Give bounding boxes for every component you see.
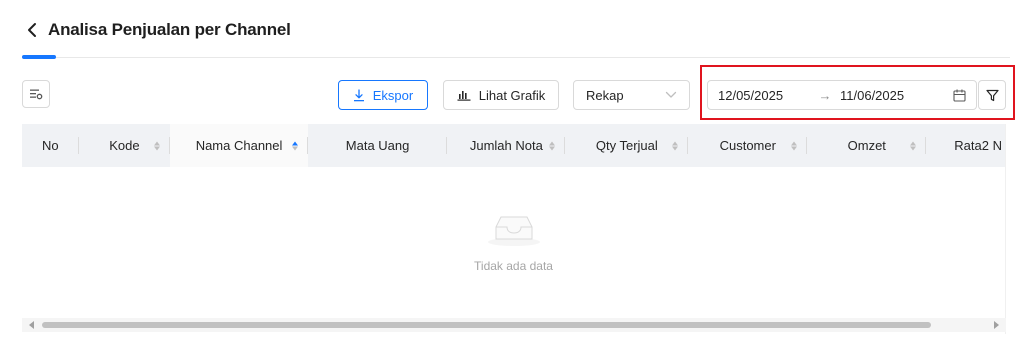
page-title: Analisa Penjualan per Channel bbox=[48, 20, 291, 39]
view-chart-label: Lihat Grafik bbox=[478, 87, 546, 103]
mode-select-value: Rekap bbox=[586, 87, 624, 103]
bar-chart-icon bbox=[457, 91, 471, 101]
column-label: Nama Channel bbox=[195, 138, 283, 153]
sort-icon[interactable] bbox=[791, 141, 798, 150]
column-header-nama-channel[interactable]: Nama Channel bbox=[170, 124, 308, 167]
column-header-qty-terjual[interactable]: Qty Terjual bbox=[565, 124, 689, 167]
column-label: Jumlah Nota bbox=[469, 138, 543, 153]
calendar-icon[interactable] bbox=[953, 89, 966, 102]
export-label: Ekspor bbox=[372, 87, 414, 103]
column-header-rata2: Rata2 N bbox=[926, 124, 1005, 167]
sort-icon[interactable] bbox=[154, 141, 161, 150]
date-range-separator: → bbox=[818, 87, 832, 103]
column-label: Rata2 N bbox=[954, 138, 1002, 153]
column-label: Qty Terjual bbox=[595, 138, 658, 153]
column-settings-button[interactable] bbox=[22, 80, 50, 108]
export-button[interactable]: Ekspor bbox=[338, 80, 428, 110]
sort-icon[interactable] bbox=[910, 141, 917, 150]
column-header-jumlah-nota[interactable]: Jumlah Nota bbox=[447, 124, 566, 167]
column-header-mata-uang: Mata Uang bbox=[308, 124, 448, 167]
sort-icon[interactable] bbox=[549, 141, 556, 150]
page-header: Analisa Penjualan per Channel bbox=[22, 16, 291, 44]
download-icon bbox=[353, 88, 364, 101]
column-label: Kode bbox=[109, 138, 140, 153]
date-start-input[interactable]: 12/05/2025 bbox=[718, 88, 810, 103]
chevron-down-icon bbox=[665, 91, 677, 98]
table-header: No Kode Nama Channel Mata Uang Jumlah No… bbox=[22, 124, 1005, 167]
scroll-right-arrow-icon[interactable] bbox=[994, 321, 999, 329]
view-chart-button[interactable]: Lihat Grafik bbox=[443, 80, 559, 110]
column-label: Customer bbox=[719, 138, 776, 153]
filter-icon bbox=[985, 89, 999, 101]
toolbar: Ekspor Lihat Grafik Rekap 12/05/2025 → 1… bbox=[22, 78, 1010, 112]
sort-ascend-icon[interactable] bbox=[291, 141, 298, 150]
sales-table: No Kode Nama Channel Mata Uang Jumlah No… bbox=[22, 124, 1006, 334]
back-button[interactable] bbox=[22, 18, 42, 42]
empty-state: Tidak ada data bbox=[22, 167, 1005, 317]
empty-state-text: Tidak ada data bbox=[474, 259, 553, 273]
header-divider bbox=[22, 57, 1010, 58]
chevron-left-icon bbox=[28, 23, 36, 37]
column-label: Omzet bbox=[847, 138, 886, 153]
mode-select[interactable]: Rekap bbox=[573, 80, 690, 110]
horizontal-scrollbar[interactable] bbox=[22, 318, 1006, 332]
date-range-picker[interactable]: 12/05/2025 → 11/06/2025 bbox=[707, 80, 977, 110]
active-tab-indicator bbox=[22, 55, 56, 59]
date-end-input[interactable]: 11/06/2025 bbox=[840, 88, 938, 103]
sort-icon[interactable] bbox=[672, 141, 679, 150]
column-label: Mata Uang bbox=[345, 138, 410, 153]
scrollbar-thumb[interactable] bbox=[42, 322, 931, 328]
filter-button[interactable] bbox=[978, 80, 1006, 110]
column-header-kode[interactable]: Kode bbox=[79, 124, 171, 167]
column-label: No bbox=[41, 138, 59, 153]
scroll-left-arrow-icon[interactable] bbox=[29, 321, 34, 329]
column-header-omzet[interactable]: Omzet bbox=[807, 124, 927, 167]
column-settings-icon bbox=[30, 89, 43, 100]
column-header-no: No bbox=[22, 124, 79, 167]
empty-inbox-icon bbox=[487, 216, 540, 246]
column-header-customer[interactable]: Customer bbox=[688, 124, 808, 167]
